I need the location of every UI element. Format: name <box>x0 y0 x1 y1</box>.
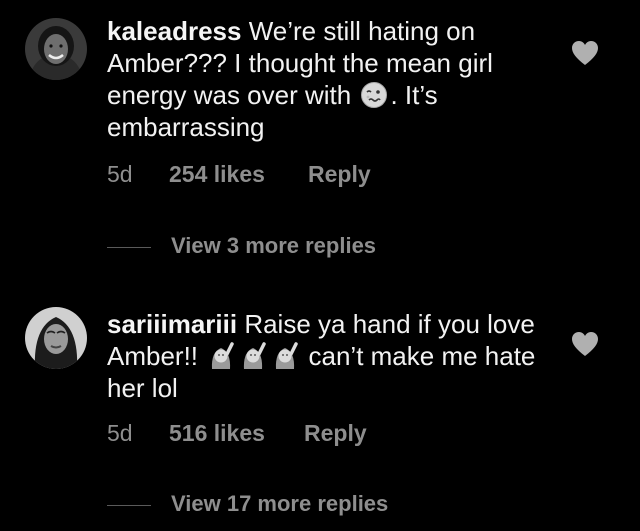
like-heart-icon[interactable] <box>571 40 599 66</box>
woman-raising-hand-icon <box>271 342 299 370</box>
comment-text: sariiimariii Raise ya hand if you love A… <box>107 308 537 404</box>
comment-meta: 5d 254 likes Reply <box>107 161 371 188</box>
likes-count[interactable]: 516 likes <box>169 420 265 447</box>
reply-button[interactable]: Reply <box>304 420 367 447</box>
view-replies-label: View 17 more replies <box>171 491 389 516</box>
divider-line <box>107 247 151 248</box>
divider-line <box>107 505 151 506</box>
view-replies-label: View 3 more replies <box>171 233 377 258</box>
comment-username[interactable]: kaleadress <box>107 16 241 46</box>
comment-text: kaleadress We’re still hating on Amber??… <box>107 15 537 143</box>
comment-meta: 5d 516 likes Reply <box>107 420 367 447</box>
comment-age: 5d <box>107 161 133 187</box>
woozy-face-icon <box>360 81 388 109</box>
avatar[interactable] <box>25 18 87 80</box>
woman-raising-hand-icon <box>239 342 267 370</box>
view-more-replies-button[interactable]: View 17 more replies <box>107 491 437 521</box>
like-heart-icon[interactable] <box>571 331 599 357</box>
woman-raising-hand-icon <box>207 342 235 370</box>
view-more-replies-button[interactable]: View 3 more replies <box>107 233 437 263</box>
reply-button[interactable]: Reply <box>308 161 371 188</box>
comment-age: 5d <box>107 420 133 446</box>
likes-count[interactable]: 254 likes <box>169 161 265 188</box>
comment-username[interactable]: sariiimariii <box>107 309 237 339</box>
avatar[interactable] <box>25 307 87 369</box>
